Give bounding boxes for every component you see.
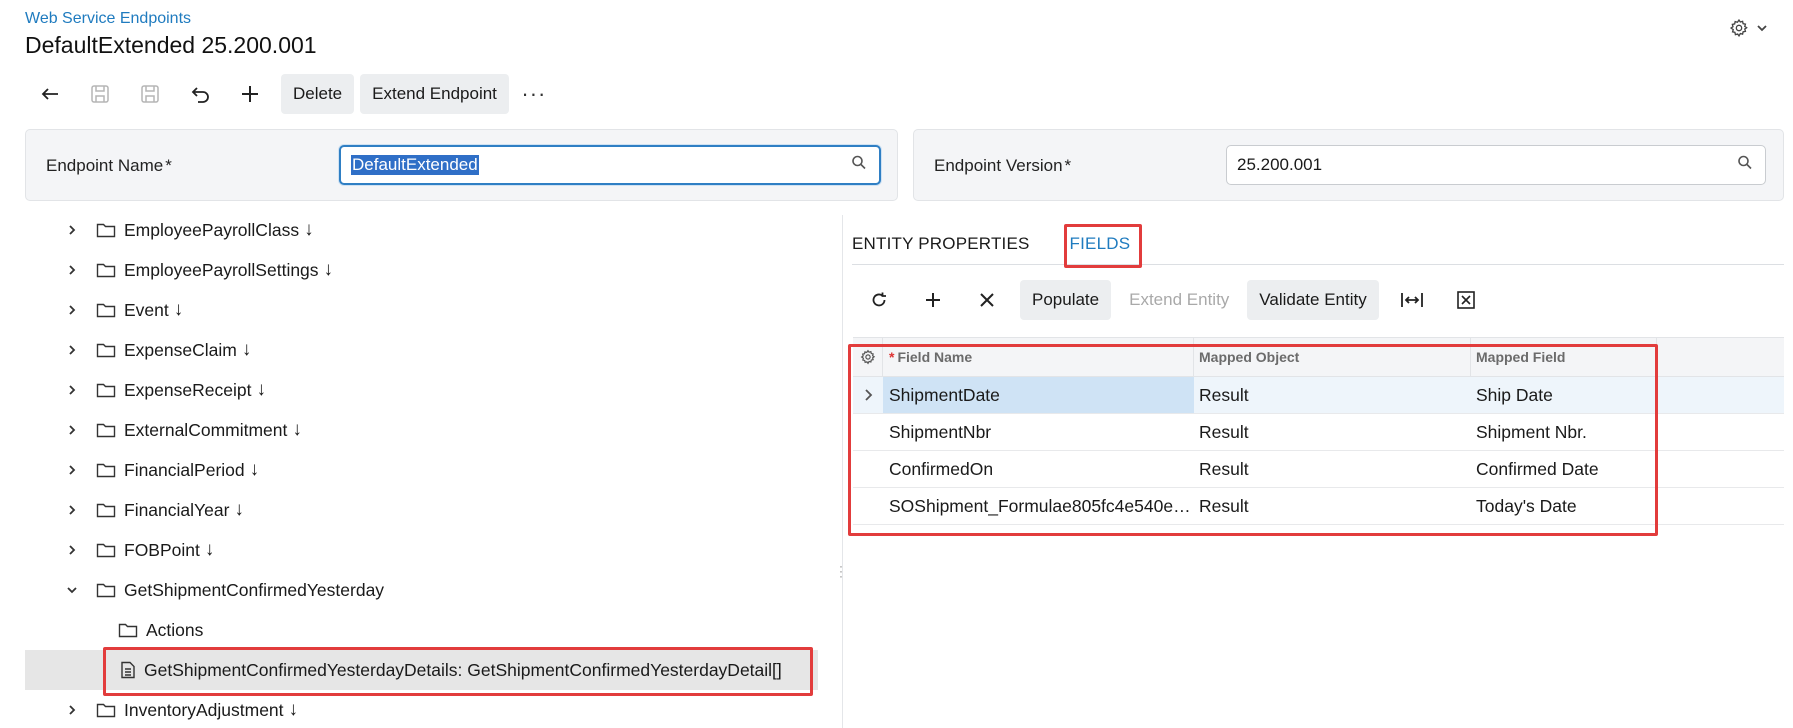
delete-row-icon[interactable] — [960, 280, 1014, 320]
folder-icon — [96, 381, 116, 399]
tree-item-label: ExpenseClaim — [124, 339, 237, 360]
tree-item[interactable]: ExternalCommitment ↓ — [25, 410, 818, 450]
tree-item-label: FOBPoint — [124, 539, 200, 560]
down-arrow-icon: ↓ — [234, 499, 244, 520]
down-arrow-icon: ↓ — [204, 539, 215, 560]
endpoint-name-input[interactable]: DefaultExtended — [339, 145, 881, 185]
chevron-right-icon[interactable] — [62, 380, 82, 400]
down-arrow-icon: ↓ — [323, 259, 334, 280]
tree-item[interactable]: ExpenseReceipt ↓ — [25, 370, 818, 410]
endpoint-name-value: DefaultExtended — [351, 155, 479, 175]
tree-item[interactable]: Event ↓ — [25, 290, 818, 330]
entity-tree: EmployeePayrollClass ↓ EmployeePayrollSet… — [25, 210, 818, 728]
undo-icon[interactable] — [175, 74, 225, 114]
more-actions-button[interactable]: ··· — [513, 74, 555, 114]
save-icon[interactable] — [125, 74, 175, 114]
tree-item[interactable]: FinancialPeriod ↓ — [25, 450, 818, 490]
fit-columns-icon[interactable] — [1385, 280, 1439, 320]
folder-icon — [96, 261, 116, 279]
gear-icon — [1729, 18, 1749, 38]
endpoint-name-panel: Endpoint Name * DefaultExtended — [25, 129, 898, 201]
down-arrow-icon: ↓ — [292, 419, 302, 440]
chevron-right-icon[interactable] — [62, 500, 82, 520]
export-excel-icon[interactable] — [1439, 280, 1493, 320]
search-icon[interactable] — [851, 155, 867, 176]
add-icon[interactable] — [906, 280, 960, 320]
chevron-right-icon[interactable] — [62, 220, 82, 240]
back-arrow-icon[interactable] — [25, 74, 75, 114]
endpoint-version-panel: Endpoint Version * 25.200.001 — [913, 129, 1784, 201]
tree-item-label: Event — [124, 299, 169, 320]
tab-entity-properties[interactable]: ENTITY PROPERTIES — [852, 222, 1030, 268]
down-arrow-icon: ↓ — [173, 299, 184, 320]
highlight-box-grid — [848, 344, 1658, 536]
folder-icon — [96, 301, 116, 319]
chevron-right-icon[interactable] — [62, 700, 82, 720]
tree-item[interactable]: EmployeePayrollClass ↓ — [25, 210, 818, 250]
folder-icon — [96, 341, 116, 359]
breadcrumb[interactable]: Web Service Endpoints — [25, 10, 191, 28]
folder-icon — [96, 501, 116, 519]
endpoint-version-value: 25.200.001 — [1237, 155, 1323, 174]
down-arrow-icon: ↓ — [256, 379, 266, 400]
extend-endpoint-button[interactable]: Extend Endpoint — [360, 74, 509, 114]
folder-icon — [96, 461, 116, 479]
settings-menu[interactable] — [1729, 18, 1769, 38]
folder-icon — [96, 221, 116, 239]
tab-underline — [852, 264, 1784, 265]
tree-item-actions[interactable]: Actions — [25, 610, 818, 650]
tree-item-label: FinancialPeriod — [124, 459, 245, 480]
add-icon[interactable] — [225, 74, 275, 114]
endpoint-version-input[interactable]: 25.200.001 — [1226, 145, 1766, 185]
tree-item-expanded[interactable]: GetShipmentConfirmedYesterday — [25, 570, 818, 610]
validate-entity-button[interactable]: Validate Entity — [1247, 280, 1379, 320]
folder-icon — [96, 581, 116, 599]
grid-toolbar: Populate Extend Entity Validate Entity — [852, 280, 1493, 320]
chevron-right-icon[interactable] — [62, 260, 82, 280]
tree-item-label: ExternalCommitment — [124, 419, 288, 440]
splitter-handle[interactable]: · · · — [839, 560, 843, 582]
tree-item-label: GetShipmentConfirmedYesterday — [124, 579, 385, 600]
highlight-box-tree-item — [103, 647, 813, 696]
search-icon[interactable] — [1737, 155, 1753, 176]
page-title: DefaultExtended 25.200.001 — [25, 32, 317, 58]
main-toolbar: Delete Extend Endpoint ··· — [25, 74, 555, 114]
down-arrow-icon: ↓ — [304, 219, 314, 240]
folder-icon — [96, 421, 116, 439]
down-arrow-icon: ↓ — [288, 699, 299, 720]
tree-item-label: Actions — [146, 619, 204, 640]
down-arrow-icon: ↓ — [249, 459, 260, 480]
folder-icon — [96, 541, 116, 559]
extend-entity-button[interactable]: Extend Entity — [1117, 280, 1241, 320]
tree-item-label: FinancialYear — [124, 499, 230, 520]
chevron-right-icon[interactable] — [62, 460, 82, 480]
tree-item[interactable]: ExpenseClaim ↓ — [25, 330, 818, 370]
tree-item[interactable]: EmployeePayrollSettings ↓ — [25, 250, 818, 290]
tree-item-label: EmployeePayrollSettings — [124, 259, 319, 280]
chevron-down-icon — [1755, 21, 1769, 35]
panel-divider — [842, 215, 843, 728]
tree-item[interactable]: FOBPoint ↓ — [25, 530, 818, 570]
endpoint-version-label: Endpoint Version * — [934, 156, 1072, 175]
endpoint-name-label: Endpoint Name * — [46, 156, 172, 175]
highlight-box-fields-tab — [1064, 224, 1142, 268]
tree-item[interactable]: FinancialYear ↓ — [25, 490, 818, 530]
tree-item-label: InventoryAdjustment — [124, 699, 284, 720]
refresh-icon[interactable] — [852, 280, 906, 320]
tree-item-label: ExpenseReceipt — [124, 379, 252, 400]
save-close-icon[interactable] — [75, 74, 125, 114]
chevron-right-icon[interactable] — [62, 340, 82, 360]
tree-item-label: EmployeePayrollClass — [124, 219, 300, 240]
folder-icon — [118, 621, 138, 639]
populate-button[interactable]: Populate — [1020, 280, 1112, 320]
folder-icon — [96, 701, 116, 719]
down-arrow-icon: ↓ — [241, 339, 252, 360]
chevron-right-icon[interactable] — [62, 300, 82, 320]
chevron-right-icon[interactable] — [62, 540, 82, 560]
chevron-down-icon[interactable] — [62, 580, 82, 600]
delete-button[interactable]: Delete — [281, 74, 355, 114]
chevron-right-icon[interactable] — [62, 420, 82, 440]
